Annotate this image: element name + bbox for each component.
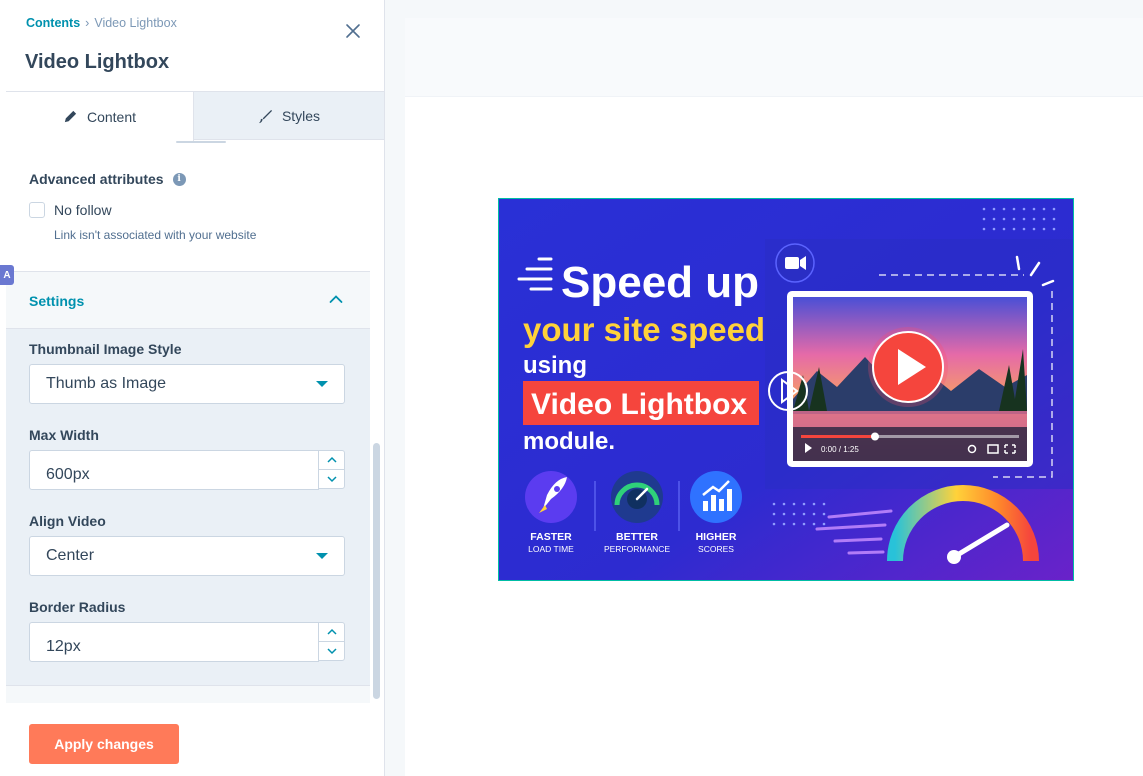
feature-2-line-1: BETTER	[616, 531, 658, 543]
panel-scroll-area[interactable]: Advanced attributes i No follow Link isn…	[6, 141, 370, 703]
breadcrumb: Contents › Video Lightbox	[26, 16, 177, 30]
player-time: 0:00 / 1:25	[821, 445, 859, 454]
thumb-headline-3: using	[523, 352, 587, 379]
align-video-label: Align Video	[29, 513, 106, 529]
thumb-headline-1: Speed up	[561, 258, 759, 307]
settings-section-header[interactable]: Settings	[6, 271, 370, 329]
tab-content[interactable]: Content	[6, 92, 194, 141]
apply-changes-button[interactable]: Apply changes	[29, 724, 179, 764]
chevron-up-icon	[326, 456, 337, 463]
thumbnail-style-select[interactable]: Thumb as Image	[29, 364, 345, 404]
section-divider	[6, 685, 370, 703]
breadcrumb-separator: ›	[85, 16, 90, 30]
no-follow-row[interactable]: No follow	[29, 202, 112, 218]
video-lightbox-thumbnail[interactable]: Speed up your site speed using Video Lig…	[498, 198, 1074, 581]
advanced-attributes-section: Advanced attributes i No follow Link isn…	[6, 141, 370, 271]
max-width-increment-button[interactable]	[318, 450, 345, 470]
preview-header-area	[405, 18, 1143, 97]
tab-content-label: Content	[86, 108, 137, 125]
feature-1-line-1: FASTER	[530, 531, 572, 543]
align-video-select[interactable]: Center	[29, 536, 345, 576]
no-follow-checkbox[interactable]	[29, 202, 45, 218]
thumb-headline-4: Video Lightbox	[531, 388, 747, 421]
border-radius-increment-button[interactable]	[318, 622, 345, 642]
no-follow-help-text: Link isn't associated with your website	[54, 228, 257, 242]
max-width-label: Max Width	[29, 427, 99, 443]
section-divider-nub	[176, 141, 226, 143]
advanced-attributes-heading: Advanced attributes i	[29, 171, 186, 187]
caret-down-icon	[316, 381, 328, 387]
breadcrumb-current: Video Lightbox	[94, 16, 177, 30]
panel-scrollbar[interactable]	[373, 443, 380, 699]
border-radius-decrement-button[interactable]	[318, 641, 345, 661]
border-radius-input[interactable]	[29, 622, 319, 662]
thumbnail-graphic: Speed up your site speed using Video Lig…	[499, 199, 1073, 580]
max-width-decrement-button[interactable]	[318, 469, 345, 489]
thumb-headline-2: your site speed	[523, 311, 765, 348]
thumb-headline-5: module.	[523, 428, 615, 455]
breadcrumb-contents-link[interactable]: Contents	[26, 16, 80, 30]
settings-title: Settings	[29, 293, 85, 309]
chevron-down-icon	[326, 476, 337, 483]
max-width-stepper	[29, 450, 345, 490]
panel-footer: Apply changes	[0, 703, 384, 776]
feature-1-line-2: LOAD TIME	[528, 544, 574, 554]
caret-down-icon	[316, 553, 328, 559]
chevron-up-icon[interactable]	[329, 294, 343, 304]
brush-icon	[258, 109, 272, 123]
app: Contents › Video Lightbox Video Lightbox C…	[0, 0, 1143, 776]
settings-body: Thumbnail Image Style Thumb as Image Max…	[6, 329, 370, 685]
preview-canvas: Speed up your site speed using Video Lig…	[405, 18, 1143, 776]
border-radius-stepper	[29, 622, 345, 662]
info-icon[interactable]: i	[172, 172, 186, 186]
tab-styles[interactable]: Styles	[194, 92, 384, 140]
panel-title: Video Lightbox	[25, 51, 170, 73]
panel-tabs: Content Styles	[6, 91, 384, 141]
chevron-up-icon	[326, 628, 337, 635]
align-video-value: Center	[46, 547, 95, 564]
edit-panel: Contents › Video Lightbox Video Lightbox C…	[0, 0, 385, 776]
thumbnail-style-label: Thumbnail Image Style	[29, 341, 182, 357]
advanced-attributes-title: Advanced attributes	[29, 171, 164, 187]
pencil-icon	[64, 110, 77, 123]
border-radius-label: Border Radius	[29, 599, 126, 615]
edge-badge[interactable]: A	[0, 265, 14, 285]
feature-3-line-1: HIGHER	[696, 531, 737, 543]
thumbnail-style-value: Thumb as Image	[46, 375, 167, 392]
chevron-down-icon	[326, 648, 337, 655]
feature-2-line-2: PERFORMANCE	[604, 544, 670, 554]
no-follow-label: No follow	[54, 202, 112, 218]
feature-3-line-2: SCORES	[698, 544, 734, 554]
close-icon[interactable]	[344, 22, 362, 40]
tab-styles-label: Styles	[281, 108, 321, 124]
max-width-input[interactable]	[29, 450, 319, 490]
